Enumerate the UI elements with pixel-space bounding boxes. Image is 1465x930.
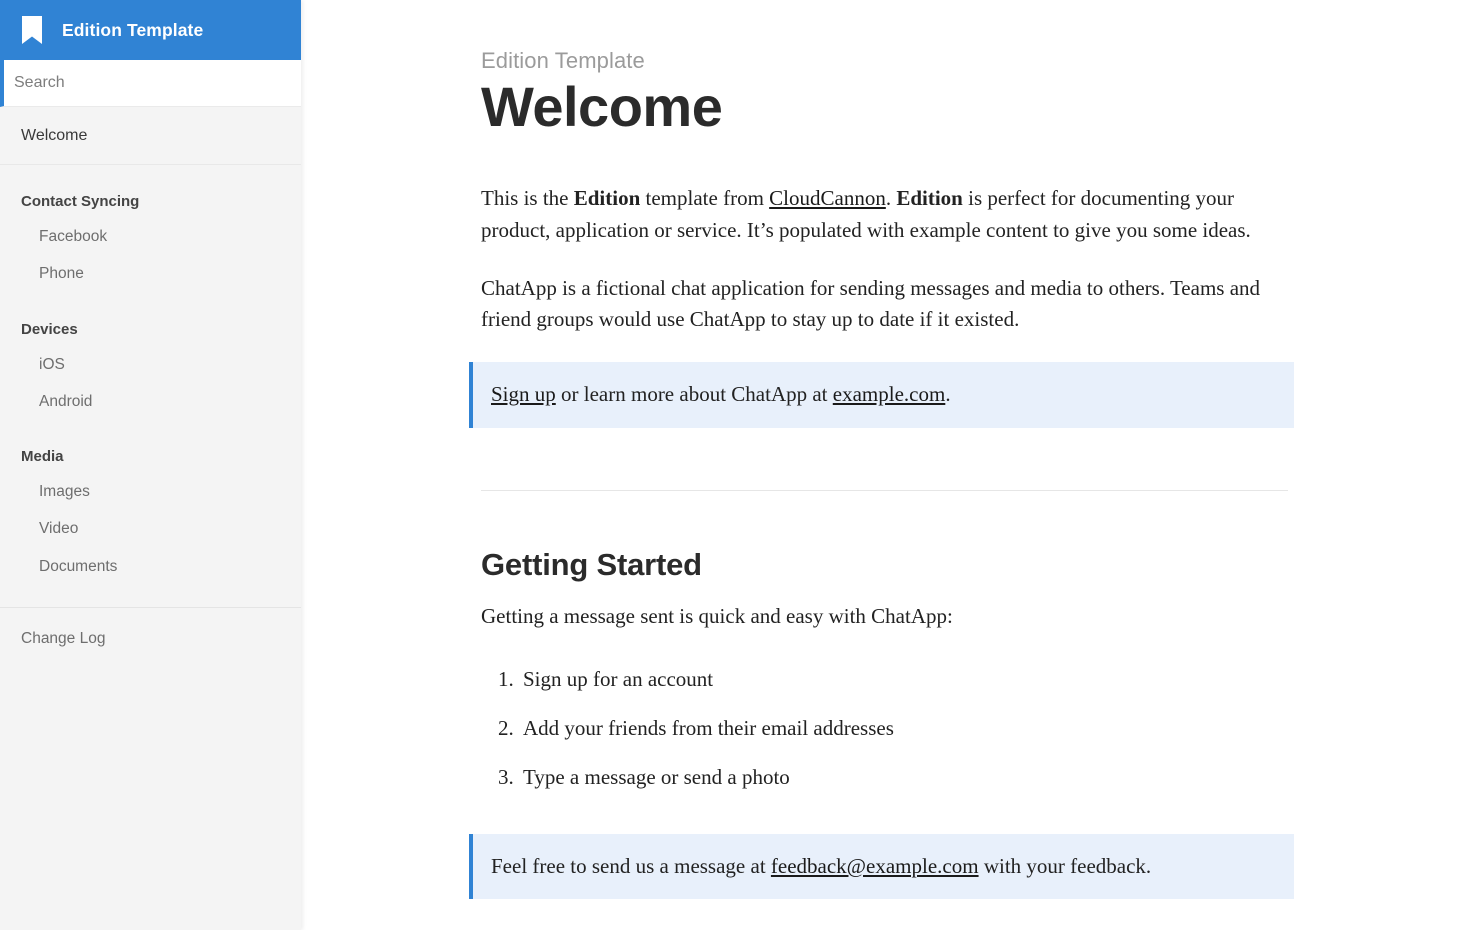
example-com-link[interactable]: example.com bbox=[833, 382, 946, 406]
search-bar[interactable] bbox=[0, 60, 301, 107]
list-item: Add your friends from their email addres… bbox=[519, 714, 1411, 742]
chatapp-paragraph: ChatApp is a fictional chat application … bbox=[481, 273, 1293, 337]
sidebar-group-media: Media Images Video Documents bbox=[0, 420, 301, 585]
sidebar-item-label: Welcome bbox=[21, 127, 87, 145]
sidebar-item-welcome[interactable]: Welcome bbox=[0, 107, 301, 165]
sidebar-item-phone[interactable]: Phone bbox=[0, 255, 301, 292]
sidebar-header: Edition Template bbox=[0, 0, 301, 60]
getting-started-steps: Sign up for an account Add your friends … bbox=[481, 665, 1411, 792]
bold-edition-1: Edition bbox=[574, 186, 641, 210]
cloudcannon-link[interactable]: CloudCannon bbox=[769, 186, 886, 210]
app-root: Edition Template Welcome Contact Syncing… bbox=[0, 0, 1465, 930]
sidebar-group-title: Contact Syncing bbox=[0, 183, 301, 218]
sidebar: Edition Template Welcome Contact Syncing… bbox=[0, 0, 301, 930]
section-divider bbox=[481, 490, 1288, 491]
list-item: Type a message or send a photo bbox=[519, 763, 1411, 791]
brand-title: Edition Template bbox=[62, 20, 203, 41]
text-fragment: or learn more about ChatApp at bbox=[556, 382, 833, 406]
text-fragment: Feel free to send us a message at bbox=[491, 854, 771, 878]
sidebar-item-video[interactable]: Video bbox=[0, 510, 301, 547]
sidebar-nav: Welcome Contact Syncing Facebook Phone D… bbox=[0, 107, 301, 930]
sidebar-item-facebook[interactable]: Facebook bbox=[0, 218, 301, 255]
feedback-callout: Feel free to send us a message at feedba… bbox=[469, 834, 1294, 900]
sidebar-item-ios[interactable]: iOS bbox=[0, 346, 301, 383]
bookmark-icon bbox=[22, 16, 42, 44]
sidebar-item-documents[interactable]: Documents bbox=[0, 548, 301, 585]
section-title-getting-started: Getting Started bbox=[481, 547, 1411, 583]
signup-callout: Sign up or learn more about ChatApp at e… bbox=[469, 362, 1294, 428]
text-fragment: This is the bbox=[481, 186, 574, 210]
sidebar-item-images[interactable]: Images bbox=[0, 473, 301, 510]
page-title: Welcome bbox=[481, 76, 1411, 139]
main-content: Edition Template Welcome This is the Edi… bbox=[301, 0, 1465, 930]
sidebar-group-title: Devices bbox=[0, 311, 301, 346]
getting-started-intro: Getting a message sent is quick and easy… bbox=[481, 601, 1293, 633]
content-column: Edition Template Welcome This is the Edi… bbox=[301, 0, 1411, 899]
text-fragment: with your feedback. bbox=[979, 854, 1152, 878]
search-input[interactable] bbox=[4, 60, 301, 106]
sidebar-item-android[interactable]: Android bbox=[0, 383, 301, 420]
list-item: Sign up for an account bbox=[519, 665, 1411, 693]
sidebar-group-devices: Devices iOS Android bbox=[0, 293, 301, 421]
breadcrumb: Edition Template bbox=[481, 48, 1411, 74]
text-fragment: . bbox=[945, 382, 950, 406]
bold-edition-2: Edition bbox=[896, 186, 963, 210]
intro-paragraph: This is the Edition template from CloudC… bbox=[481, 183, 1293, 247]
sidebar-item-change-log[interactable]: Change Log bbox=[0, 608, 301, 658]
text-fragment: template from bbox=[640, 186, 769, 210]
sidebar-group-title: Media bbox=[0, 438, 301, 473]
text-fragment: . bbox=[886, 186, 897, 210]
feedback-email-link[interactable]: feedback@example.com bbox=[771, 854, 979, 878]
sign-up-link[interactable]: Sign up bbox=[491, 382, 556, 406]
sidebar-group-contact-syncing: Contact Syncing Facebook Phone bbox=[0, 165, 301, 293]
